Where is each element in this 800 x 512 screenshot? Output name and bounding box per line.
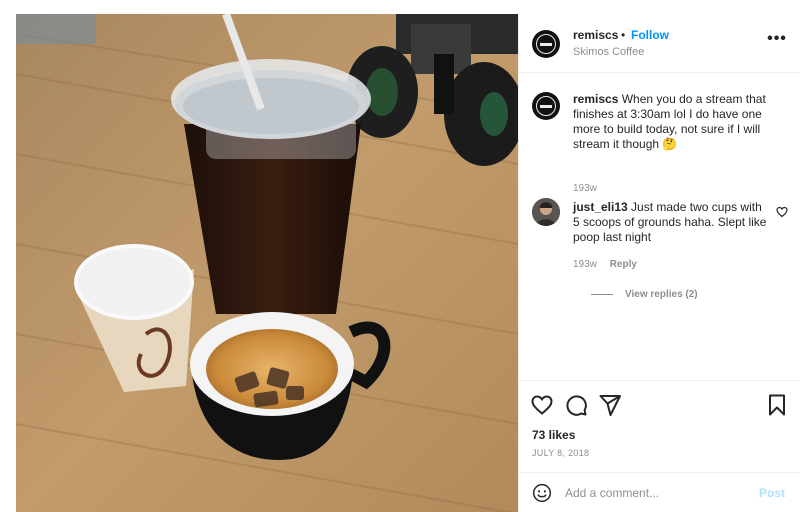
comments-list[interactable]: remiscs When you do a stream that finish…: [519, 74, 800, 380]
share-icon[interactable]: [598, 393, 622, 417]
heart-icon[interactable]: [530, 393, 554, 417]
post-date[interactable]: JULY 8, 2018: [532, 448, 589, 458]
top-margin: [16, 0, 518, 14]
avatar-logo-bar: [540, 104, 552, 108]
caption-username[interactable]: remiscs: [573, 92, 618, 106]
post-comment-button[interactable]: Post: [759, 486, 785, 500]
avatar-logo-ring: [536, 34, 556, 54]
commenter-avatar-image: [532, 198, 560, 226]
post-header: remiscs • Follow Skimos Coffee •••: [519, 14, 800, 73]
comment-icon[interactable]: [564, 393, 588, 417]
caption-text: remiscs When you do a stream that finish…: [573, 92, 783, 152]
post-side-panel: remiscs • Follow Skimos Coffee ••• remis…: [518, 14, 800, 512]
add-comment-bar: Post: [519, 472, 800, 512]
bookmark-icon[interactable]: [765, 393, 789, 417]
likes-count[interactable]: 73 likes: [532, 428, 575, 442]
more-options-icon[interactable]: •••: [765, 31, 789, 52]
avatar-logo-bar: [540, 42, 552, 46]
author-avatar[interactable]: [532, 30, 560, 58]
view-replies-label: View replies (2): [625, 289, 698, 300]
view-replies-button[interactable]: View replies (2): [591, 289, 698, 300]
separator-dot: •: [621, 28, 626, 42]
emoji-icon[interactable]: [532, 483, 552, 503]
follow-button[interactable]: Follow: [631, 28, 669, 42]
action-bar: [519, 380, 800, 428]
comment-meta: 193w Reply: [573, 259, 637, 270]
coffee-photo-illustration: [16, 14, 518, 512]
avatar-logo-ring: [536, 96, 556, 116]
post-photo[interactable]: [16, 14, 518, 512]
left-margin: [0, 0, 16, 512]
caption-timestamp[interactable]: 193w: [573, 183, 597, 194]
view-replies-line: [591, 293, 613, 295]
author-username[interactable]: remiscs: [573, 28, 618, 42]
reply-button[interactable]: Reply: [610, 259, 637, 270]
commenter-avatar[interactable]: [532, 198, 560, 226]
comment-input[interactable]: [565, 483, 745, 503]
comment-username[interactable]: just_eli13: [573, 200, 628, 214]
comment-timestamp[interactable]: 193w: [573, 259, 597, 270]
like-comment-heart-icon[interactable]: [776, 206, 788, 218]
comment-text: just_eli13 Just made two cups with 5 sco…: [573, 200, 769, 245]
post-location[interactable]: Skimos Coffee: [573, 46, 644, 58]
caption-author-avatar[interactable]: [532, 92, 560, 120]
